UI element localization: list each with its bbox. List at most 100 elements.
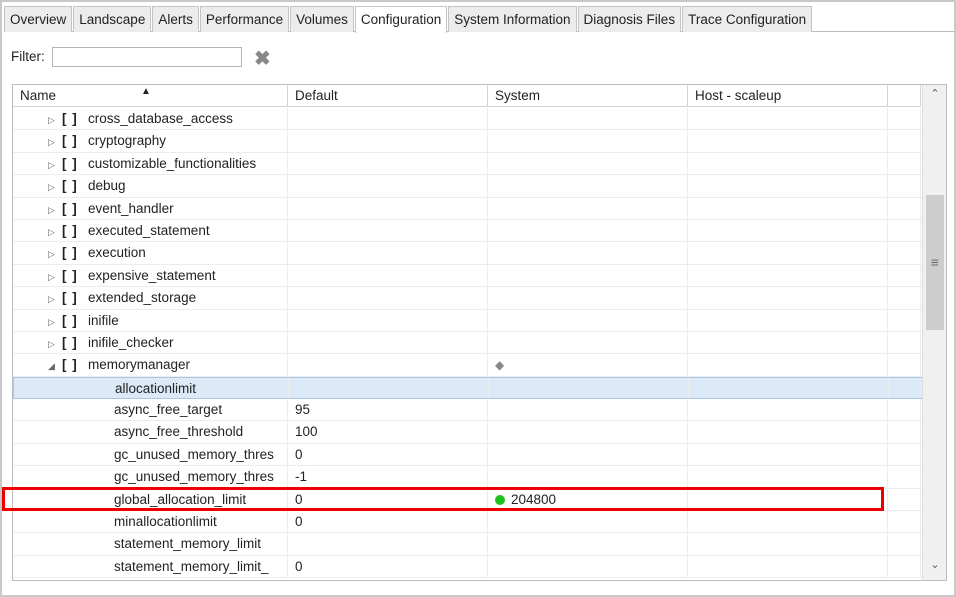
host-cell: [688, 108, 888, 130]
section-bracket-icon: [ ]: [62, 267, 78, 283]
parameter-row[interactable]: async_free_target 95: [13, 399, 923, 422]
default-cell: [288, 533, 488, 555]
column-header-host[interactable]: Host - scaleup: [688, 85, 888, 107]
filter-input[interactable]: [52, 47, 242, 67]
blank-cell: [889, 377, 922, 399]
system-cell: [489, 377, 689, 399]
collapsed-arrow-icon[interactable]: ▷: [48, 154, 62, 174]
tab-alerts[interactable]: Alerts: [152, 6, 199, 32]
expanded-arrow-icon[interactable]: ◢: [48, 355, 62, 375]
blank-cell: [888, 354, 921, 376]
section-row[interactable]: ▷[ ] expensive_statement: [13, 264, 923, 288]
scroll-up-icon[interactable]: ⌃: [923, 87, 946, 107]
default-cell: [288, 130, 488, 152]
clear-filter-icon[interactable]: ✖: [254, 46, 271, 71]
tab-system-information[interactable]: System Information: [448, 6, 577, 32]
collapsed-arrow-icon[interactable]: ▷: [48, 333, 62, 353]
collapsed-arrow-icon[interactable]: ▷: [48, 288, 62, 308]
parameter-row[interactable]: allocationlimit: [13, 376, 923, 400]
section-row[interactable]: ▷[ ] event_handler: [13, 197, 923, 220]
name-cell: ▷[ ] event_handler: [13, 197, 288, 219]
collapsed-arrow-icon[interactable]: ▷: [48, 131, 62, 151]
column-header-name[interactable]: Name ▲: [13, 85, 288, 107]
host-cell: [689, 377, 889, 399]
host-cell: [688, 466, 888, 488]
parameter-name: memorymanager: [88, 357, 191, 373]
host-cell: [688, 331, 888, 354]
section-row[interactable]: ▷[ ] cross_database_access: [13, 108, 923, 131]
section-row[interactable]: ▷[ ] executed_statement: [13, 219, 923, 243]
collapsed-arrow-icon[interactable]: ▷: [48, 311, 62, 331]
default-cell: [288, 354, 488, 376]
parameter-name: cross_database_access: [88, 111, 233, 126]
blank-cell: [888, 399, 921, 421]
vertical-scrollbar[interactable]: ⌃ ≡ ⌄: [922, 85, 946, 580]
section-row[interactable]: ▷[ ] debug: [13, 175, 923, 198]
system-cell: [488, 399, 688, 421]
host-cell: [688, 197, 888, 219]
diamond-icon: ◆: [495, 358, 505, 373]
tab-overview[interactable]: Overview: [4, 6, 73, 32]
host-cell: [688, 175, 888, 197]
collapsed-arrow-icon[interactable]: ▷: [48, 221, 62, 241]
parameter-name: inifile_checker: [88, 334, 174, 350]
tab-configuration[interactable]: Configuration: [354, 6, 448, 33]
section-bracket-icon: [ ]: [62, 178, 78, 194]
collapsed-arrow-icon[interactable]: ▷: [48, 266, 62, 286]
blank-cell: [888, 466, 921, 488]
parameter-name: statement_memory_limit_: [114, 558, 269, 574]
host-cell: [688, 421, 888, 443]
collapsed-arrow-icon[interactable]: ▷: [48, 176, 62, 196]
section-row[interactable]: ▷[ ] extended_storage: [13, 287, 923, 310]
default-cell: 100: [288, 421, 488, 443]
parameter-name: gc_unused_memory_thres: [114, 446, 274, 462]
name-cell: statement_memory_limit_: [13, 555, 288, 578]
system-cell: [488, 511, 688, 533]
host-cell: [688, 287, 888, 309]
section-row[interactable]: ▷[ ] cryptography: [13, 130, 923, 153]
section-bracket-icon: [ ]: [62, 290, 78, 306]
parameter-row[interactable]: statement_memory_limit: [13, 533, 923, 556]
parameter-row[interactable]: gc_unused_memory_thres 0: [13, 443, 923, 467]
blank-cell: [888, 242, 921, 264]
column-header-default[interactable]: Default: [288, 85, 488, 107]
section-row[interactable]: ▷[ ] execution: [13, 242, 923, 265]
collapsed-arrow-icon[interactable]: ▷: [48, 199, 62, 219]
name-cell: ▷[ ] inifile_checker: [13, 331, 288, 354]
parameter-name: customizable_functionalities: [88, 155, 257, 171]
collapsed-arrow-icon[interactable]: ▷: [48, 109, 62, 129]
parameter-name: event_handler: [88, 200, 174, 216]
section-row[interactable]: ▷[ ] inifile: [13, 309, 923, 332]
name-cell: ▷[ ] executed_statement: [13, 219, 288, 242]
section-bracket-icon: [ ]: [62, 334, 78, 350]
system-cell: [488, 242, 688, 264]
parameter-row[interactable]: async_free_threshold 100: [13, 421, 923, 444]
parameter-row[interactable]: gc_unused_memory_thres -1: [13, 466, 923, 489]
section-row[interactable]: ▷[ ] customizable_functionalities: [13, 152, 923, 176]
default-cell: 0: [288, 511, 488, 533]
blank-cell: [888, 175, 921, 197]
tab-performance[interactable]: Performance: [199, 6, 290, 32]
system-cell: [488, 309, 688, 331]
tab-trace-configuration[interactable]: Trace Configuration: [682, 6, 813, 32]
name-cell: ▷[ ] extended_storage: [13, 287, 288, 309]
tab-landscape[interactable]: Landscape: [73, 6, 152, 32]
host-cell: [688, 264, 888, 287]
section-row[interactable]: ◢[ ] memorymanager ◆: [13, 354, 923, 377]
section-row[interactable]: ▷[ ] inifile_checker: [13, 331, 923, 355]
parameter-row[interactable]: minallocationlimit 0: [13, 511, 923, 534]
scroll-down-icon[interactable]: ⌄: [923, 558, 946, 578]
parameter-name: allocationlimit: [115, 380, 197, 396]
system-cell: [488, 421, 688, 443]
name-cell: allocationlimit: [14, 377, 289, 399]
parameter-row[interactable]: statement_memory_limit_ 0: [13, 555, 923, 579]
tab-volumes[interactable]: Volumes: [290, 6, 354, 32]
scrollbar-thumb[interactable]: ≡: [926, 195, 944, 330]
parameter-name: expensive_statement: [88, 267, 216, 283]
tab-diagnosis-files[interactable]: Diagnosis Files: [577, 6, 682, 32]
default-cell: 0: [288, 443, 488, 466]
name-cell: gc_unused_memory_thres: [13, 443, 288, 466]
collapsed-arrow-icon[interactable]: ▷: [48, 243, 62, 263]
column-label: Name: [20, 88, 57, 103]
column-header-system[interactable]: System: [488, 85, 688, 107]
